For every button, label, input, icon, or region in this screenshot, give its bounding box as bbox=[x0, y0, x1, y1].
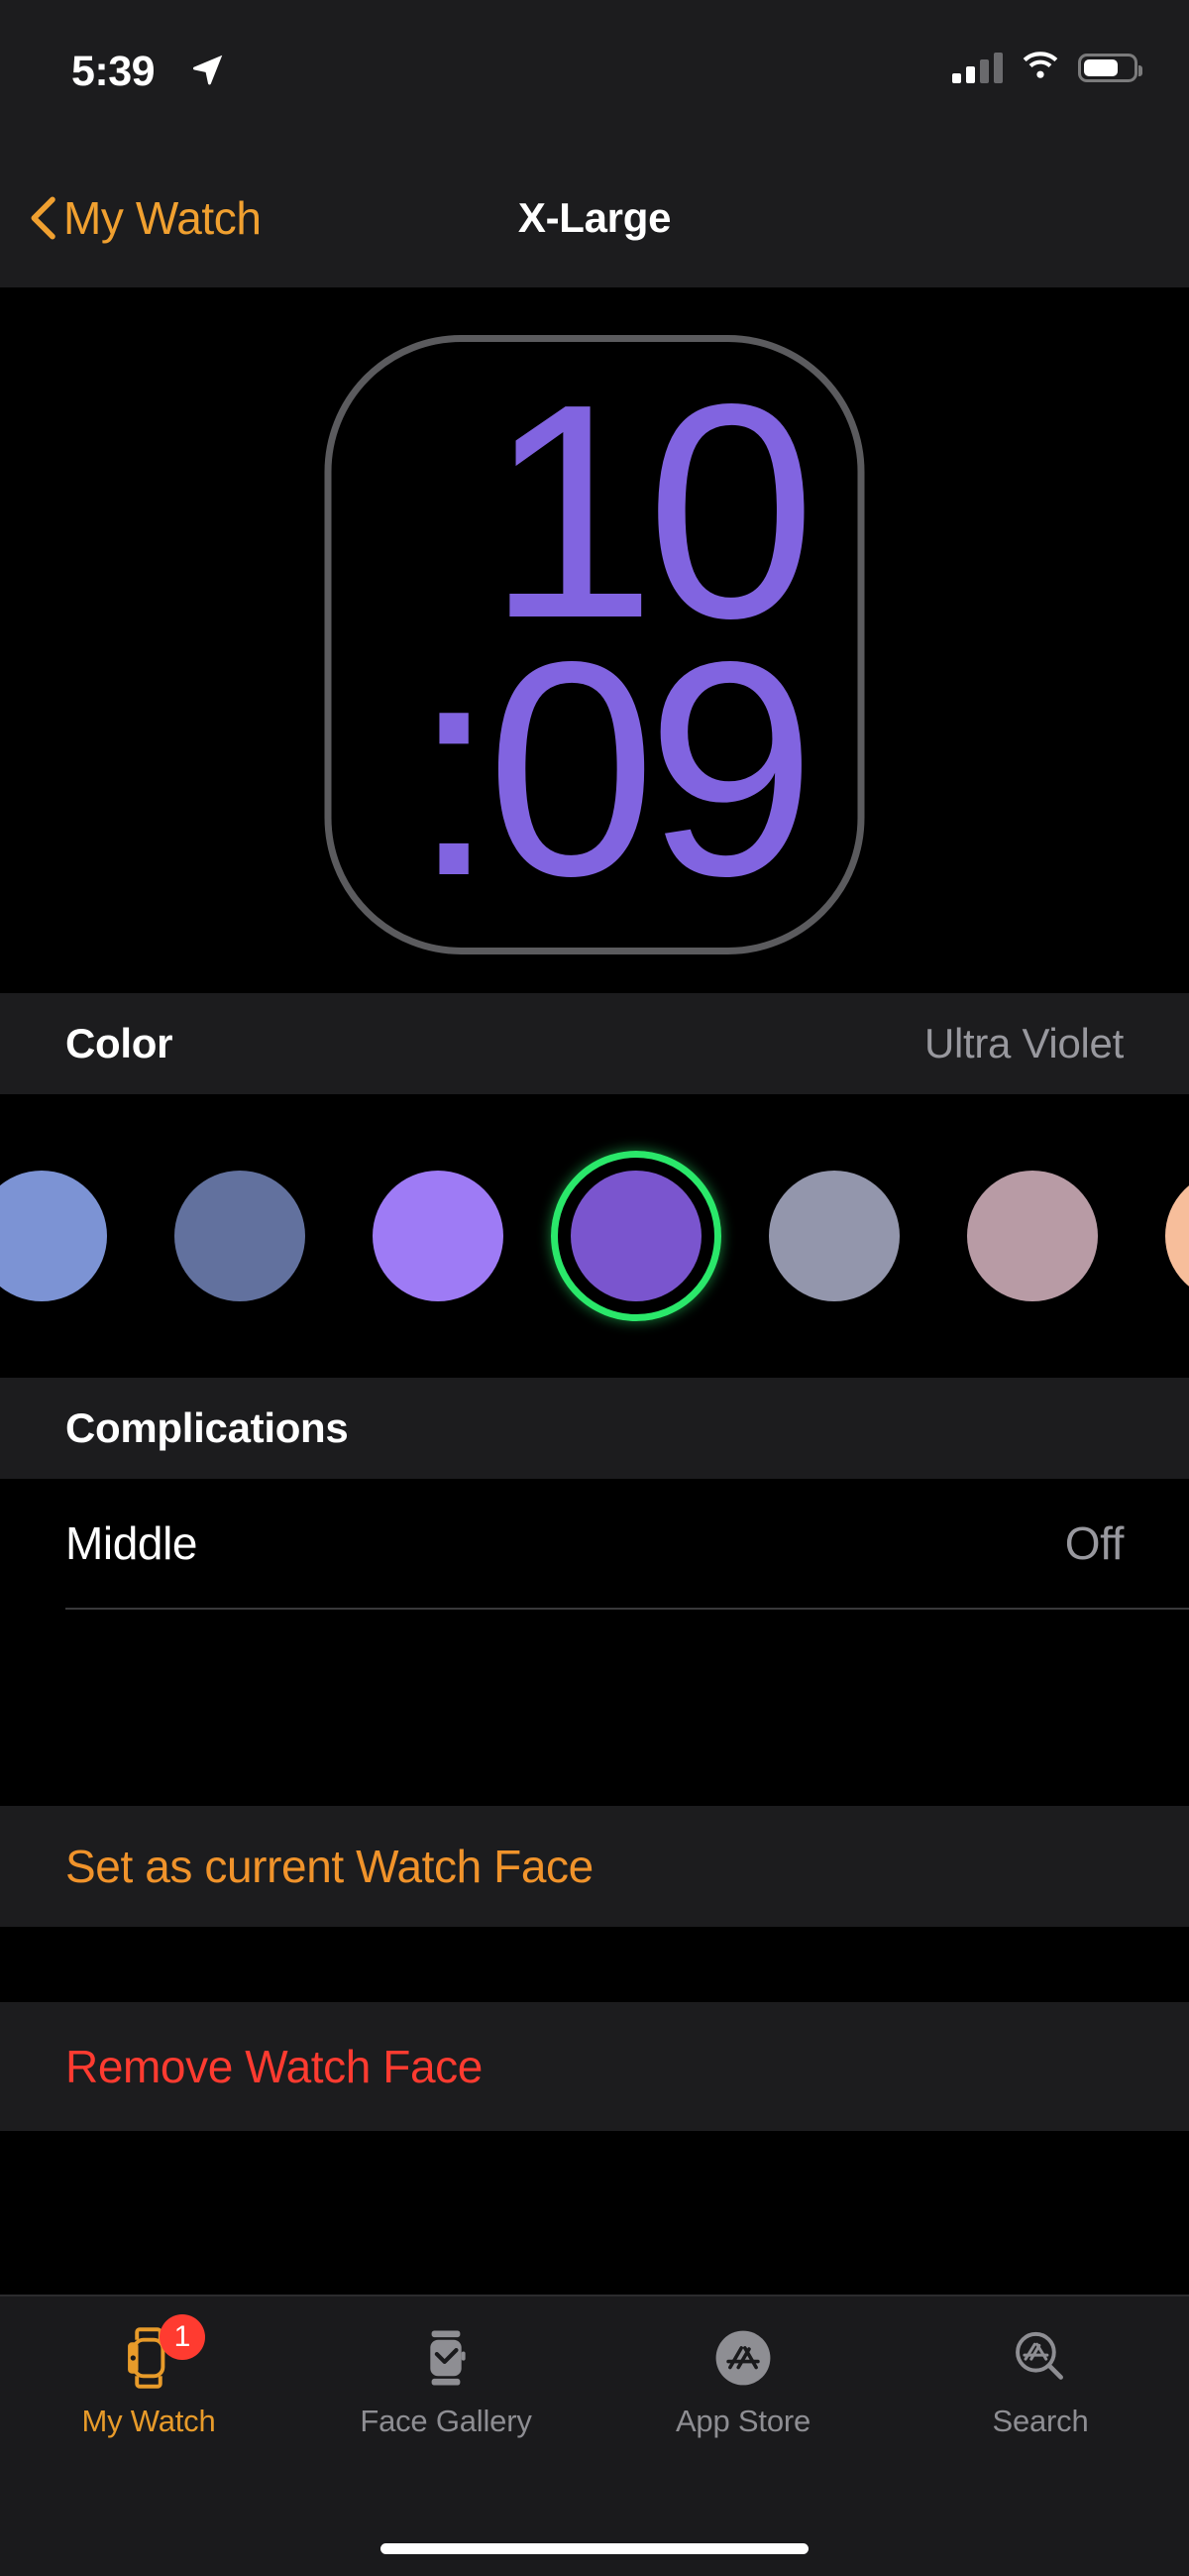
color-swatch-ultra-violet[interactable] bbox=[537, 1094, 735, 1378]
color-swatch-dot bbox=[967, 1171, 1098, 1301]
watch-face-time: 10 :09 bbox=[332, 342, 858, 948]
watch-face-minute: :09 bbox=[411, 599, 815, 940]
wifi-icon bbox=[1023, 52, 1058, 78]
color-swatch-lavender[interactable] bbox=[339, 1094, 537, 1378]
search-app-store-icon bbox=[1006, 2320, 1075, 2396]
color-swatch-dot bbox=[373, 1171, 503, 1301]
section-gap bbox=[0, 1927, 1189, 2002]
complications-section-header: Complications bbox=[0, 1378, 1189, 1479]
cellular-signal-icon bbox=[952, 52, 1003, 83]
complications-section-title: Complications bbox=[65, 1404, 349, 1451]
status-bar: 5:39 bbox=[0, 0, 1189, 149]
remove-watch-face-button[interactable]: Remove Watch Face bbox=[0, 2002, 1189, 2131]
complication-row-value: Off bbox=[1064, 1517, 1125, 1569]
color-section-title: Color bbox=[65, 1020, 173, 1066]
complication-row-middle[interactable]: Middle Off bbox=[0, 1479, 1189, 1608]
watch-face-preview: 10 :09 bbox=[0, 287, 1189, 993]
color-swatch-cornflower[interactable] bbox=[0, 1094, 141, 1378]
color-swatch-scroller[interactable] bbox=[0, 1094, 1189, 1378]
navigation-bar: My Watch X-Large bbox=[0, 149, 1189, 287]
status-bar-time: 5:39 bbox=[71, 48, 156, 95]
set-as-current-label: Set as current Watch Face bbox=[65, 1841, 594, 1892]
tab-label: Search bbox=[992, 2404, 1089, 2438]
tab-search[interactable]: Search bbox=[892, 2320, 1189, 2439]
tab-label: Face Gallery bbox=[360, 2404, 532, 2438]
watch-icon: 1 bbox=[114, 2314, 205, 2396]
section-gap bbox=[0, 2131, 1189, 2295]
color-swatch-track bbox=[0, 1094, 1189, 1378]
color-section-header: Color Ultra Violet bbox=[0, 993, 1189, 1094]
color-swatch-selection-ring bbox=[551, 1151, 721, 1321]
tab-app-store[interactable]: App Store bbox=[594, 2320, 892, 2439]
battery-icon bbox=[1078, 53, 1142, 82]
color-swatch-gray-blue[interactable] bbox=[735, 1094, 933, 1378]
tab-face-gallery[interactable]: Face Gallery bbox=[297, 2320, 594, 2439]
color-swatch-dusty-mauve[interactable] bbox=[933, 1094, 1132, 1378]
complication-row-label: Middle bbox=[65, 1517, 198, 1569]
remove-watch-face-label: Remove Watch Face bbox=[65, 2041, 483, 2092]
section-gap bbox=[0, 1610, 1189, 1806]
app-store-icon bbox=[708, 2320, 778, 2396]
location-arrow-icon bbox=[192, 55, 223, 85]
set-as-current-watch-face-button[interactable]: Set as current Watch Face bbox=[0, 1806, 1189, 1927]
color-swatch-dot bbox=[174, 1171, 305, 1301]
watch-face-icon bbox=[411, 2320, 481, 2396]
color-swatch-peach[interactable] bbox=[1132, 1094, 1189, 1378]
color-selected-value: Ultra Violet bbox=[923, 1020, 1124, 1066]
color-swatch-dot bbox=[769, 1171, 900, 1301]
watch-body: 10 :09 bbox=[324, 335, 865, 954]
home-indicator bbox=[380, 2543, 809, 2554]
tab-my-watch[interactable]: 1 My Watch bbox=[0, 2314, 297, 2439]
status-bar-indicators bbox=[952, 52, 1142, 83]
tab-bar: 1 My Watch Face Gallery App Store Search bbox=[0, 2295, 1189, 2576]
tab-badge: 1 bbox=[160, 2314, 205, 2360]
color-swatch-slate-blue[interactable] bbox=[141, 1094, 339, 1378]
color-swatch-dot bbox=[0, 1171, 107, 1301]
iphone-screen: 5:39 My Watch X-Large 10:09 Color Ultra… bbox=[0, 0, 1189, 2576]
page-title: X-Large bbox=[517, 194, 672, 241]
color-swatch-dot bbox=[1165, 1171, 1189, 1301]
tab-label: My Watch bbox=[81, 2404, 216, 2438]
tab-label: App Store bbox=[675, 2404, 811, 2438]
